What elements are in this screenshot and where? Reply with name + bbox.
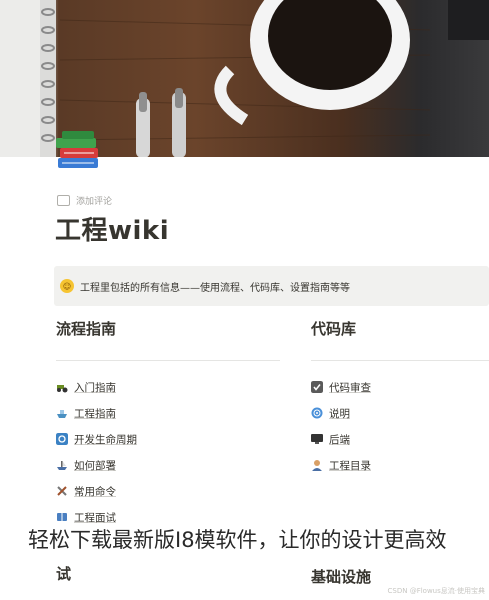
comment-icon [57,194,70,206]
right-column: 代码库 代码审查 说明 后端 工程目录 [311,316,489,478]
link-common-commands[interactable]: 常用命令 [56,478,280,504]
link-label: 工程面试 [74,511,116,524]
coffee-mug-icon [214,0,410,126]
section-heading-interview: 试 [56,565,72,583]
monitor-icon [311,434,323,444]
link-label: 常用命令 [74,485,116,498]
link-backend[interactable]: 后端 [311,426,489,452]
divider [56,360,280,361]
books-stack-icon[interactable] [54,128,104,174]
link-readme[interactable]: 说明 [311,400,489,426]
link-label: 后端 [329,433,350,446]
link-label: 如何部署 [74,459,116,472]
checkbox-icon [311,381,323,393]
person-icon [312,460,322,471]
callout-block[interactable]: ☺ 工程里包括的所有信息——使用流程、代码库、设置指南等等 [54,266,489,306]
left-column: 流程指南 入门指南 工程指南 开发生命周期 如何部署 常用命令 工程面试 [56,316,280,530]
cyclone-icon [311,407,323,419]
link-label: 工程目录 [329,459,371,472]
tools-icon [57,486,67,496]
page-title[interactable]: 工程wiki [55,210,169,247]
ship-icon [57,410,67,418]
link-code-review[interactable]: 代码审查 [311,374,489,400]
section-heading-process-guide: 流程指南 [56,320,117,338]
link-engineering-guide[interactable]: 工程指南 [56,400,280,426]
boat-icon [57,461,67,470]
overlay-caption: 轻松下载最新版I8模软件，让你的设计更高效 [28,528,447,552]
link-label: 说明 [329,407,350,420]
divider [311,360,489,361]
link-how-to-deploy[interactable]: 如何部署 [56,452,280,478]
link-label: 工程指南 [74,407,116,420]
link-label: 开发生命周期 [74,433,137,446]
link-engineering-directory[interactable]: 工程目录 [311,452,489,478]
link-getting-started[interactable]: 入门指南 [56,374,280,400]
smiley-face-icon: ☺ [60,279,74,293]
tractor-icon [57,385,68,393]
section-heading-codebase: 代码库 [311,320,357,338]
refresh-cycle-icon [56,433,68,445]
link-dev-lifecycle[interactable]: 开发生命周期 [56,426,280,452]
book-icon [57,513,67,521]
callout-text: 工程里包括的所有信息——使用流程、代码库、设置指南等等 [80,282,350,294]
section-heading-infrastructure: 基础设施 [311,568,372,586]
add-comment-label: 添加评论 [76,196,113,207]
pens-icon [136,88,186,157]
add-comment-button[interactable]: 添加评论 [57,192,112,208]
link-label: 入门指南 [74,381,116,394]
link-label: 代码审查 [329,381,371,394]
watermark: CSDN @Flowus息流·使用宝典 [387,587,485,595]
